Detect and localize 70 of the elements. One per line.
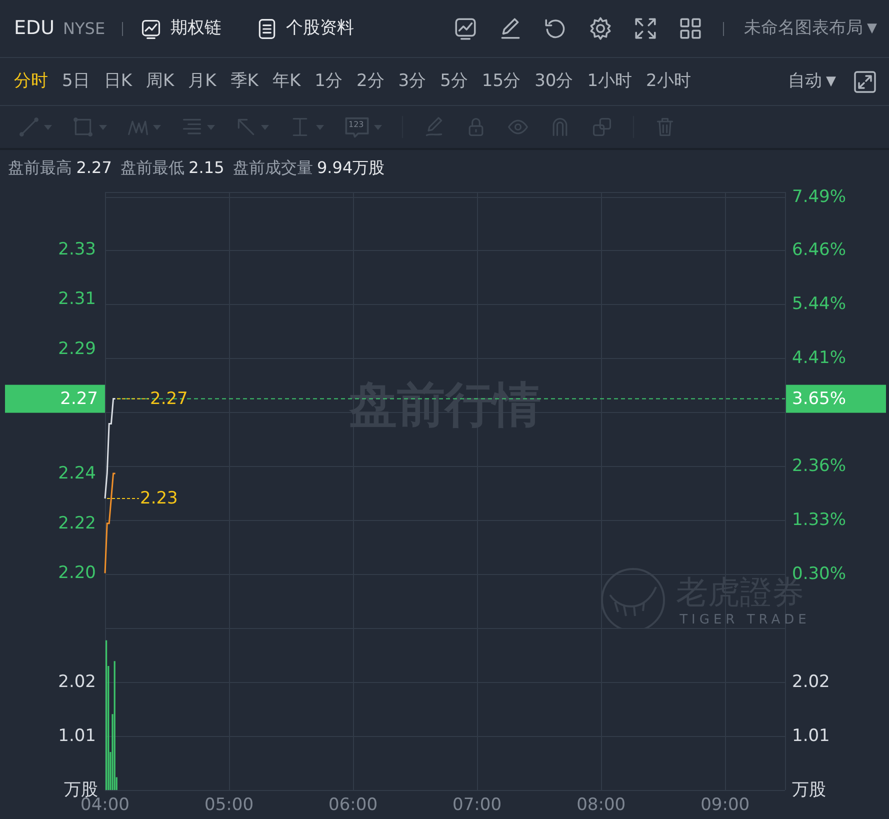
price-marker-label: 2.23 (140, 488, 178, 508)
time-axis-label: 09:00 (700, 795, 750, 815)
tag-text: 123 (348, 119, 364, 131)
chart-button[interactable] (452, 16, 478, 41)
volume-axis-label: 2.02 (792, 672, 830, 692)
settings-button[interactable] (588, 16, 613, 41)
period-tab[interactable]: 2分 (349, 68, 392, 94)
expand-button[interactable] (853, 70, 877, 94)
expand-icon (853, 70, 877, 94)
last-price-tag: 2.27 (5, 384, 105, 413)
period-tab[interactable]: 30分 (528, 68, 580, 94)
period-tab[interactable]: 季K (223, 68, 266, 94)
volume-axis-label: 1.01 (58, 726, 96, 746)
period-tab[interactable]: 3分 (391, 68, 434, 94)
time-axis-label: 08:00 (576, 795, 626, 815)
settings-icon (588, 16, 613, 41)
caret-icon: ▼ (867, 18, 877, 38)
period-tab[interactable]: 日K (96, 68, 139, 94)
stat-value: 2.15 (188, 156, 224, 178)
stat-label: 盘前成交量 (232, 156, 313, 178)
percent-axis-label: 6.46% (792, 240, 846, 260)
fullscreen-icon (632, 16, 658, 41)
change-percent-tag: 3.65% (786, 384, 886, 413)
leader-line (106, 498, 140, 499)
price-axis-label: 2.20 (58, 563, 96, 584)
stat-value: 9.94万股 (317, 156, 385, 178)
period-tab[interactable]: 月K (181, 68, 224, 94)
time-axis-label: 06:00 (328, 795, 378, 815)
period-tab[interactable]: 5日 (55, 68, 97, 94)
time-axis-label: 05:00 (204, 795, 254, 815)
profile-link[interactable]: 个股资料 (256, 16, 354, 42)
volume-axis-label: 1.01 (792, 726, 830, 746)
grid-icon (678, 16, 703, 41)
stat-value: 2.27 (76, 156, 112, 178)
fullscreen-button[interactable] (632, 16, 658, 41)
scale-menu[interactable]: 自动 ▼ (788, 68, 836, 94)
exchange-label: NYSE (63, 18, 106, 40)
period-tab[interactable]: 分时 (7, 68, 55, 94)
symbol-label: EDU (14, 16, 55, 42)
price-axis-label: 2.33 (58, 239, 96, 260)
price-marker-label: 2.27 (150, 388, 188, 409)
percent-axis-label: 7.49% (792, 187, 846, 207)
period-tab[interactable]: 2小时 (639, 68, 698, 94)
volume-axis-label: 万股 (792, 780, 826, 800)
price-axis-label: 2.31 (58, 289, 96, 310)
chart-icon (452, 16, 478, 41)
leader-line (116, 398, 150, 400)
price-axis-label: 2.24 (58, 464, 96, 484)
percent-axis-label: 2.36% (792, 456, 846, 476)
stat-label: 盘前最低 (120, 156, 184, 178)
percent-axis-label: 5.44% (792, 294, 846, 314)
percent-axis-label: 4.41% (792, 348, 846, 368)
period-tab[interactable]: 1小时 (580, 68, 640, 94)
brand-watermark-subtitle: TIGER TRADE (680, 612, 810, 628)
price-axis-label: 2.22 (58, 513, 96, 534)
chart-icon (140, 18, 162, 40)
grid-button[interactable] (678, 16, 703, 41)
price-axis-label: 2.29 (58, 338, 96, 359)
layout-menu[interactable]: 未命名图表布局 ▼ (744, 16, 877, 42)
volume-axis-label: 2.02 (58, 672, 96, 692)
period-tab[interactable]: 5分 (433, 68, 475, 94)
period-tab[interactable]: 15分 (474, 68, 528, 94)
options-chain-link[interactable]: 期权链 (140, 16, 222, 42)
time-axis-label: 07:00 (452, 795, 502, 815)
stat-label: 盘前最高 (8, 156, 72, 178)
caret-icon: ▼ (826, 72, 836, 92)
period-tab[interactable]: 1分 (308, 68, 350, 94)
period-tab[interactable]: 年K (265, 68, 308, 94)
period-tab[interactable]: 周K (138, 68, 182, 94)
percent-axis-label: 1.33% (792, 510, 846, 530)
